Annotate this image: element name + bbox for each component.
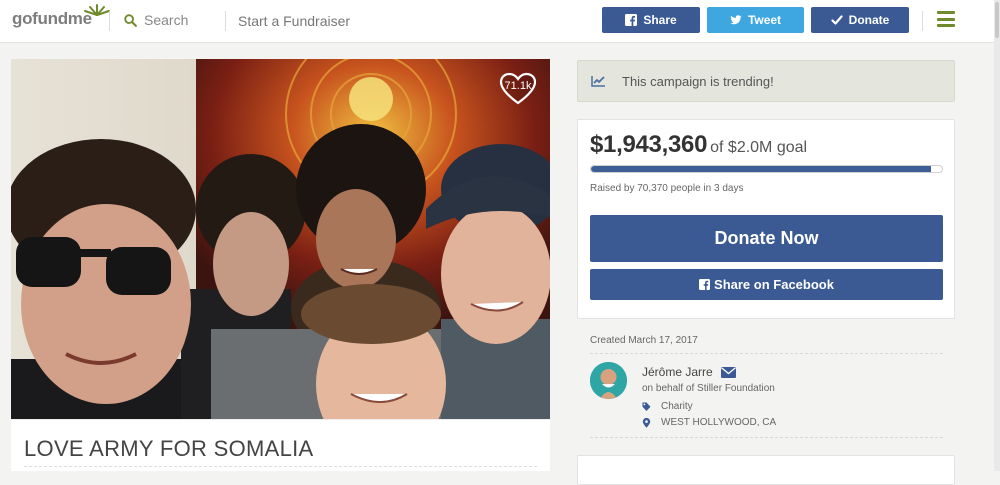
trending-chart-icon xyxy=(591,76,605,87)
divider xyxy=(225,11,226,31)
envelope-icon[interactable] xyxy=(720,366,736,378)
checkmark-icon xyxy=(831,15,843,25)
divider xyxy=(24,466,537,467)
raised-amount: $1,943,360 xyxy=(590,131,708,158)
gofundme-logo[interactable]: gofundme xyxy=(12,4,110,29)
avatar-image xyxy=(590,362,627,399)
created-date: Created March 17, 2017 xyxy=(590,335,698,346)
category-row: Charity xyxy=(642,401,693,412)
hamburger-menu-icon[interactable] xyxy=(937,11,955,27)
goal-text: of $2.0M goal xyxy=(710,139,808,156)
logo-sun-icon xyxy=(84,4,110,16)
campaign-title-card: LOVE ARMY FOR SOMALIA xyxy=(11,419,550,471)
location-text: WEST HOLLYWOOD, CA xyxy=(661,417,777,428)
facebook-icon xyxy=(625,14,638,26)
divider xyxy=(922,11,923,31)
organizer-name-row: Jérôme Jarre xyxy=(642,365,736,379)
location-pin-icon xyxy=(642,417,651,428)
divider xyxy=(109,11,110,31)
campaign-title: LOVE ARMY FOR SOMALIA xyxy=(24,436,314,461)
avatar[interactable] xyxy=(590,362,627,399)
campaign-photo-image xyxy=(11,59,550,419)
donate-label: Donate xyxy=(848,13,890,27)
trending-text: This campaign is trending! xyxy=(622,74,774,89)
progress-bar xyxy=(590,165,943,173)
share-button[interactable]: Share xyxy=(602,7,700,33)
location-row: WEST HOLLYWOOD, CA xyxy=(642,417,776,428)
divider xyxy=(590,353,943,354)
raised-by-text: Raised by 70,370 people in 3 days xyxy=(590,183,744,194)
share-on-facebook-button[interactable]: Share on Facebook xyxy=(590,269,943,300)
heart-count: 71.1k xyxy=(504,80,532,92)
tweet-label: Tweet xyxy=(747,13,782,27)
category-text[interactable]: Charity xyxy=(661,401,693,412)
share-label: Share xyxy=(643,13,677,27)
twitter-icon xyxy=(730,15,742,25)
trending-banner: This campaign is trending! xyxy=(577,60,955,102)
search-icon xyxy=(124,13,137,27)
campaign-photo[interactable] xyxy=(11,59,550,419)
tweet-button[interactable]: Tweet xyxy=(707,7,804,33)
organizer-section: Created March 17, 2017 Jérôme Jarre on b… xyxy=(577,326,955,446)
donate-now-button[interactable]: Donate Now xyxy=(590,215,943,262)
search-link[interactable]: Search xyxy=(124,12,188,28)
tag-icon xyxy=(642,402,651,411)
on-behalf-of-text: on behalf of Stiller Foundation xyxy=(642,383,775,394)
raised-amount-row: $1,943,360 of $2.0M goal xyxy=(590,131,807,159)
divider xyxy=(590,437,943,438)
organizer-name[interactable]: Jérôme Jarre xyxy=(642,365,713,379)
facebook-icon xyxy=(699,279,711,290)
donation-card: $1,943,360 of $2.0M goal Raised by 70,370… xyxy=(577,119,955,319)
search-label: Search xyxy=(144,12,189,28)
page-scrollbar[interactable] xyxy=(994,0,1000,471)
start-fundraiser-link[interactable]: Start a Fundraiser xyxy=(238,13,350,29)
donate-button[interactable]: Donate xyxy=(811,7,909,33)
progress-fill xyxy=(591,166,932,172)
next-section-card xyxy=(577,455,955,485)
scrollbar-thumb[interactable] xyxy=(995,2,999,38)
share-on-facebook-label: Share on Facebook xyxy=(714,277,834,292)
top-nav: gofundme Search Start a Fundraiser Share xyxy=(0,0,1000,43)
